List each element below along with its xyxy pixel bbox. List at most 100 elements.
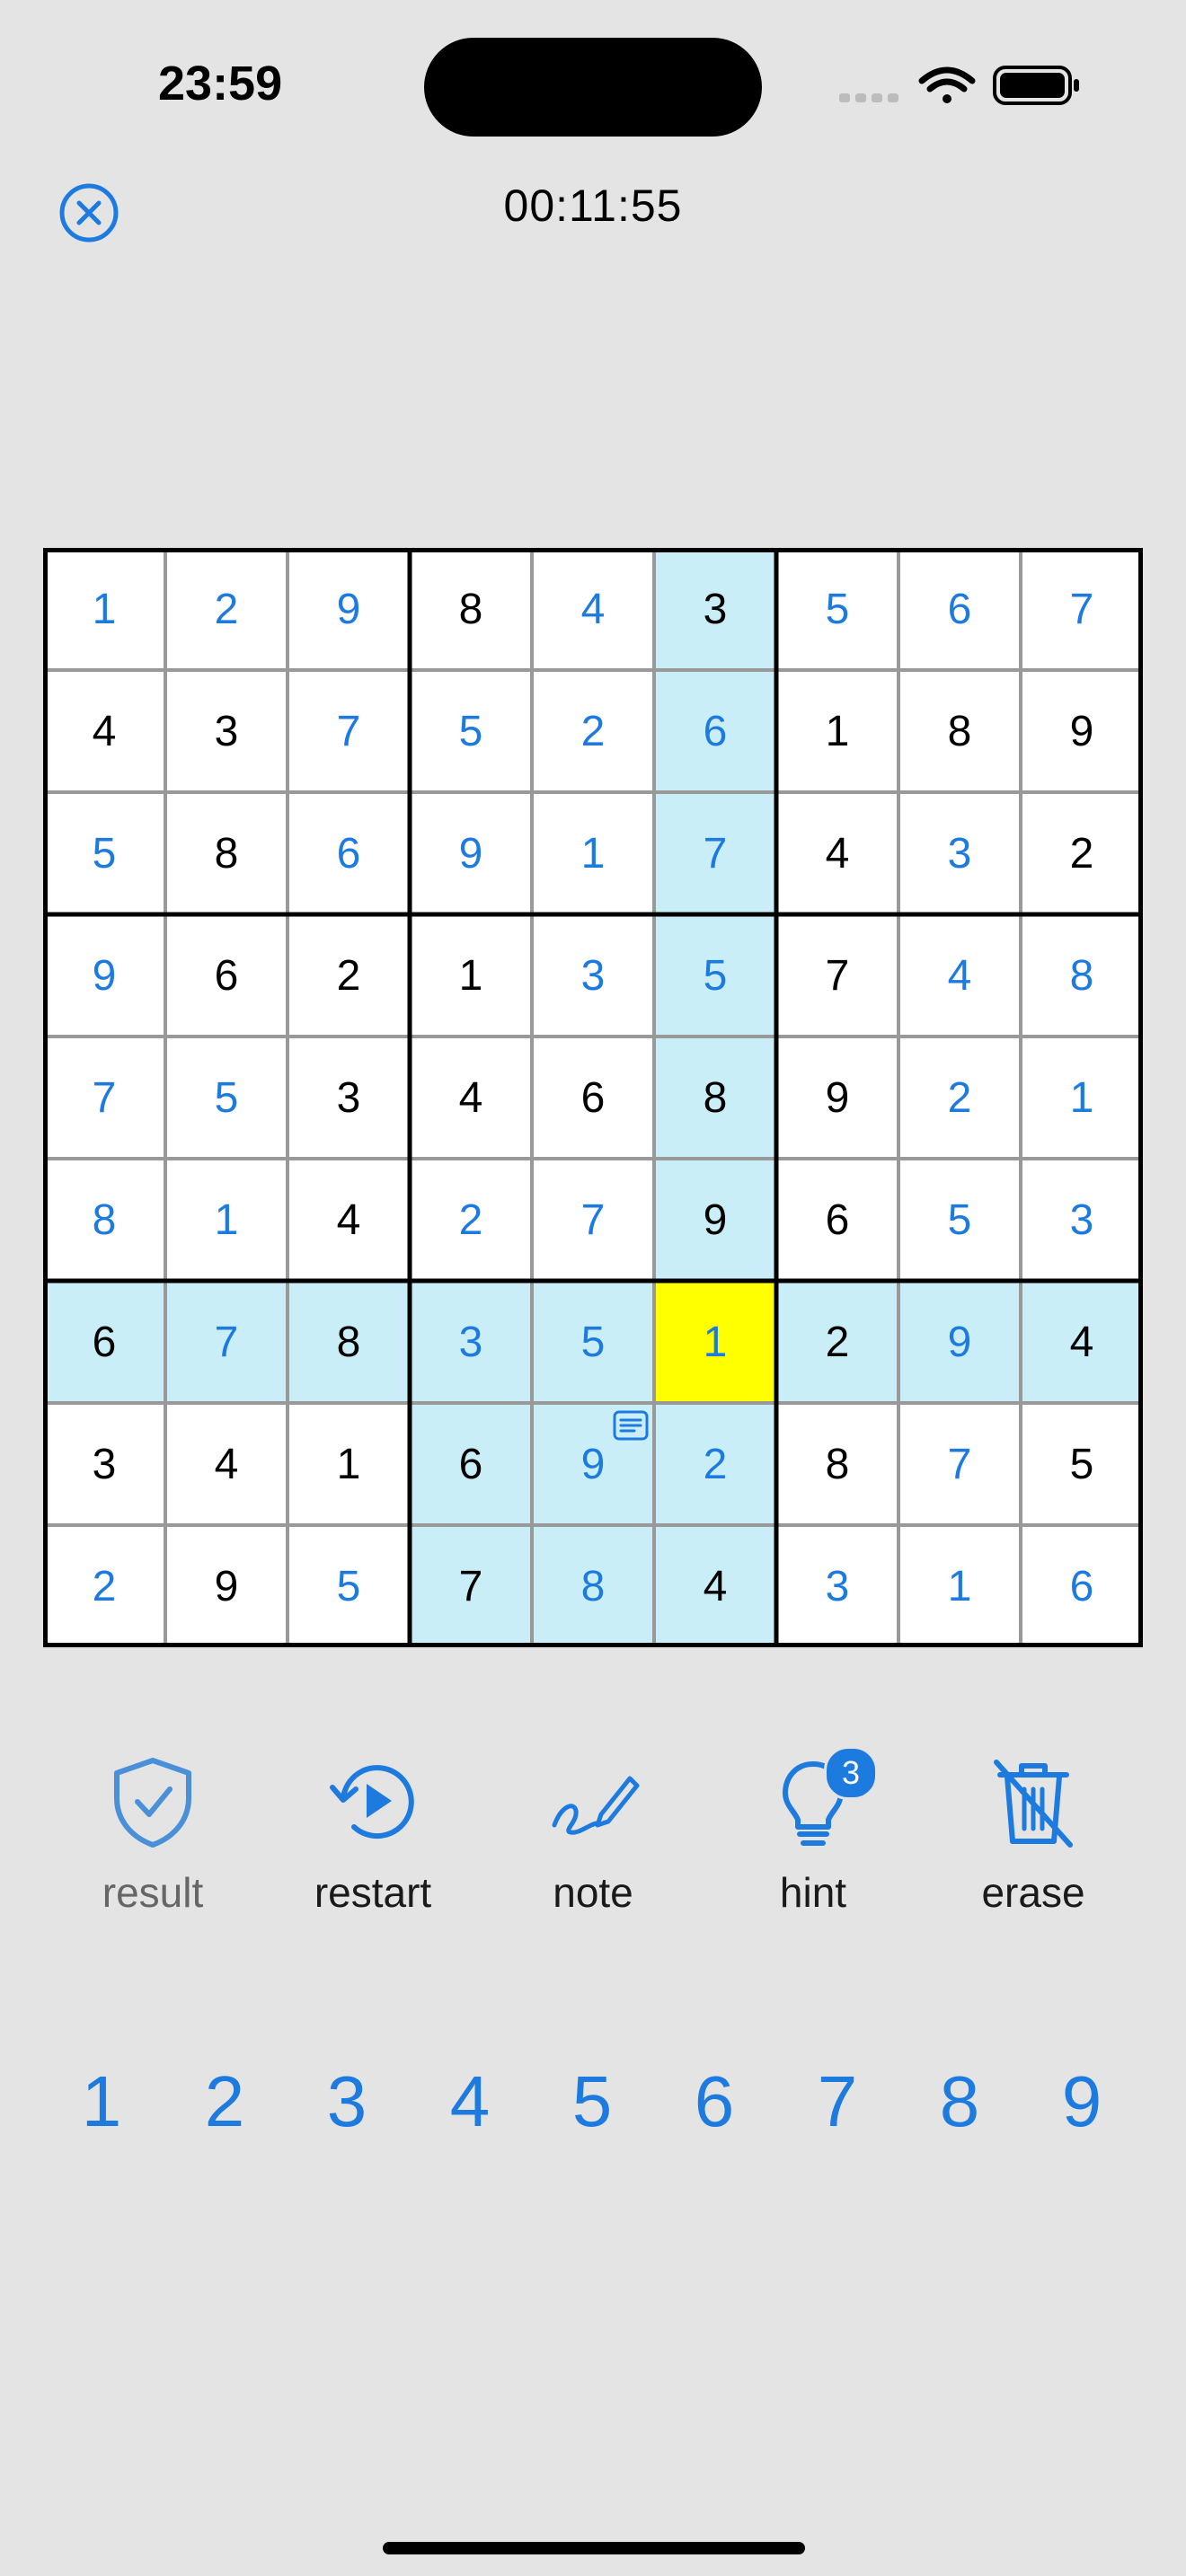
numpad-key-4[interactable]: 4 [420,2057,519,2147]
note-button[interactable]: note [494,1751,692,1931]
cell-r2c4[interactable]: 5 [410,670,532,792]
cell-r5c1[interactable]: 7 [43,1037,165,1159]
cell-r8c5[interactable]: 9 [532,1403,654,1525]
result-button[interactable]: result [54,1751,252,1931]
tool-bar: result restart note hint 3 erase [0,1746,1186,1931]
cell-r1c1[interactable]: 1 [43,548,165,670]
cell-r1c2[interactable]: 2 [165,548,288,670]
cell-r7c1[interactable]: 6 [43,1281,165,1403]
cell-r6c1[interactable]: 8 [43,1159,165,1281]
cell-r5c6[interactable]: 8 [654,1037,776,1159]
cell-r2c9[interactable]: 9 [1021,670,1143,792]
cell-r4c6[interactable]: 5 [654,914,776,1037]
cell-r7c4[interactable]: 3 [410,1281,532,1403]
cell-r1c8[interactable]: 6 [898,548,1021,670]
cell-r3c6[interactable]: 7 [654,792,776,914]
numpad-key-8[interactable]: 8 [910,2057,1009,2147]
numpad-key-7[interactable]: 7 [788,2057,887,2147]
cell-r4c9[interactable]: 8 [1021,914,1143,1037]
cell-r6c2[interactable]: 1 [165,1159,288,1281]
cell-r6c9[interactable]: 3 [1021,1159,1143,1281]
cell-r3c8[interactable]: 3 [898,792,1021,914]
cell-r7c7[interactable]: 2 [776,1281,898,1403]
cell-r4c1[interactable]: 9 [43,914,165,1037]
cell-r3c9[interactable]: 2 [1021,792,1143,914]
cell-r6c3[interactable]: 4 [288,1159,410,1281]
cell-r4c2[interactable]: 6 [165,914,288,1037]
numpad-key-6[interactable]: 6 [665,2057,764,2147]
cell-r3c2[interactable]: 8 [165,792,288,914]
cell-r8c7[interactable]: 8 [776,1403,898,1525]
cell-r6c8[interactable]: 5 [898,1159,1021,1281]
cell-r9c5[interactable]: 8 [532,1525,654,1647]
cell-r5c9[interactable]: 1 [1021,1037,1143,1159]
cell-r4c5[interactable]: 3 [532,914,654,1037]
numpad-key-1[interactable]: 1 [52,2057,151,2147]
cell-r9c2[interactable]: 9 [165,1525,288,1647]
cell-r5c7[interactable]: 9 [776,1037,898,1159]
cell-r8c1[interactable]: 3 [43,1403,165,1525]
cell-r8c8[interactable]: 7 [898,1403,1021,1525]
hint-button[interactable]: hint 3 [714,1746,912,1931]
cell-r4c4[interactable]: 1 [410,914,532,1037]
cell-r4c7[interactable]: 7 [776,914,898,1037]
cell-r2c8[interactable]: 8 [898,670,1021,792]
cell-r1c6[interactable]: 3 [654,548,776,670]
cell-r6c5[interactable]: 7 [532,1159,654,1281]
cell-r9c6[interactable]: 4 [654,1525,776,1647]
cell-r2c7[interactable]: 1 [776,670,898,792]
wifi-icon [918,66,976,103]
cell-r9c9[interactable]: 6 [1021,1525,1143,1647]
cell-r9c4[interactable]: 7 [410,1525,532,1647]
cell-r1c5[interactable]: 4 [532,548,654,670]
cell-r2c5[interactable]: 2 [532,670,654,792]
cell-r3c5[interactable]: 1 [532,792,654,914]
cell-r2c3[interactable]: 7 [288,670,410,792]
numpad-key-5[interactable]: 5 [543,2057,642,2147]
cell-r4c3[interactable]: 2 [288,914,410,1037]
cell-r5c5[interactable]: 6 [532,1037,654,1159]
cell-r7c2[interactable]: 7 [165,1281,288,1403]
cell-r8c9[interactable]: 5 [1021,1403,1143,1525]
cell-r7c6[interactable]: 1 [654,1281,776,1403]
erase-button[interactable]: erase [934,1751,1132,1931]
cell-r8c2[interactable]: 4 [165,1403,288,1525]
cell-r9c8[interactable]: 1 [898,1525,1021,1647]
cell-r6c7[interactable]: 6 [776,1159,898,1281]
cell-r1c9[interactable]: 7 [1021,548,1143,670]
note-label: note [553,1869,633,1916]
cell-r7c5[interactable]: 5 [532,1281,654,1403]
home-indicator [383,2542,805,2554]
cell-r7c9[interactable]: 4 [1021,1281,1143,1403]
cell-r5c8[interactable]: 2 [898,1037,1021,1159]
restart-button[interactable]: restart [274,1751,472,1931]
cell-r9c7[interactable]: 3 [776,1525,898,1647]
cell-r5c4[interactable]: 4 [410,1037,532,1159]
cell-r3c7[interactable]: 4 [776,792,898,914]
cell-r3c1[interactable]: 5 [43,792,165,914]
cell-r9c3[interactable]: 5 [288,1525,410,1647]
cell-r6c6[interactable]: 9 [654,1159,776,1281]
cell-r2c2[interactable]: 3 [165,670,288,792]
cell-r8c6[interactable]: 2 [654,1403,776,1525]
numpad-key-9[interactable]: 9 [1032,2057,1131,2147]
cell-r9c1[interactable]: 2 [43,1525,165,1647]
cell-r7c3[interactable]: 8 [288,1281,410,1403]
cell-r2c6[interactable]: 6 [654,670,776,792]
cell-r7c8[interactable]: 9 [898,1281,1021,1403]
cell-r3c4[interactable]: 9 [410,792,532,914]
cell-r1c7[interactable]: 5 [776,548,898,670]
cell-r5c2[interactable]: 5 [165,1037,288,1159]
cell-r6c4[interactable]: 2 [410,1159,532,1281]
numpad-key-2[interactable]: 2 [175,2057,274,2147]
cell-r2c1[interactable]: 4 [43,670,165,792]
cell-r4c8[interactable]: 4 [898,914,1021,1037]
cell-r5c3[interactable]: 3 [288,1037,410,1159]
cell-r1c3[interactable]: 9 [288,548,410,670]
cell-r8c3[interactable]: 1 [288,1403,410,1525]
cell-r3c3[interactable]: 6 [288,792,410,914]
restart-icon [330,1765,414,1839]
cell-r1c4[interactable]: 8 [410,548,532,670]
numpad-key-3[interactable]: 3 [297,2057,396,2147]
cell-r8c4[interactable]: 6 [410,1403,532,1525]
